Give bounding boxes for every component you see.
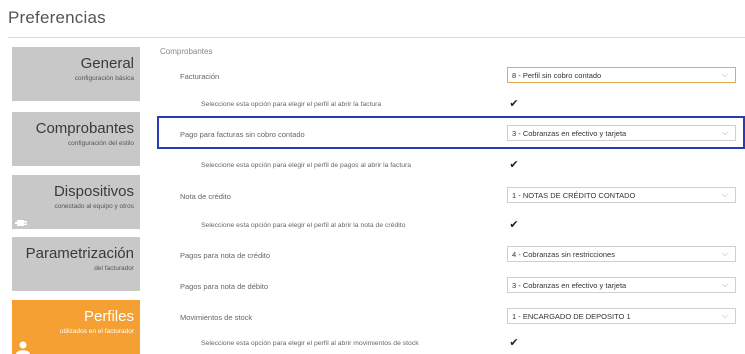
pagos-nota-credito-select[interactable]: 4 - Cobranzas sin restricciones ⌵	[507, 246, 736, 262]
nav-item-label: Comprobantes	[35, 120, 134, 137]
nav-item-subtitle: conectado al equipo y otros	[54, 203, 135, 210]
chevron-down-icon: ⌵	[721, 311, 728, 320]
movimientos-stock-select[interactable]: 1 - ENCARGADO DE DEPOSITO 1 ⌵	[507, 308, 736, 324]
pago-facturas-checkbox[interactable]: ✔	[508, 159, 520, 171]
chevron-down-icon: ⌵	[721, 128, 728, 137]
select-value: 3 - Cobranzas en efectivo y tarjeta	[512, 129, 627, 138]
row-label-nota-credito-check: Seleccione esta opción para elegir el pe…	[201, 222, 406, 229]
nota-credito-checkbox[interactable]: ✔	[508, 219, 520, 231]
title-divider	[8, 37, 745, 38]
row-label-pago-facturas: Pago para facturas sin cobro contado	[180, 130, 305, 139]
nav-item-label: General	[80, 55, 134, 72]
select-value: 4 - Cobranzas sin restricciones	[512, 250, 615, 259]
pago-facturas-select[interactable]: 3 - Cobranzas en efectivo y tarjeta ⌵	[507, 125, 736, 141]
nota-credito-select[interactable]: 1 - NOTAS DE CRÉDITO CONTADO ⌵	[507, 187, 736, 203]
nav-item-label: Dispositivos	[53, 183, 134, 200]
row-label-facturacion-check: Seleccione esta opción para elegir el pe…	[201, 101, 382, 108]
pagos-nota-debito-select[interactable]: 3 - Cobranzas en efectivo y tarjeta ⌵	[507, 277, 736, 293]
nav-item-subtitle: configuración básica	[74, 75, 134, 82]
section-label: Comprobantes	[160, 47, 213, 56]
nav-item-label: Perfiles	[83, 308, 134, 325]
row-label-movimientos-stock: Movimientos de stock	[180, 313, 253, 322]
page-title: Preferencias	[8, 8, 106, 27]
user-icon	[16, 341, 30, 354]
select-value: 1 - NOTAS DE CRÉDITO CONTADO	[512, 191, 636, 200]
nav-item-parametrizacion[interactable]: Parametrización del facturador	[12, 237, 140, 291]
checkmark-icon: ✔	[509, 98, 519, 110]
row-label-pagos-nota-debito: Pagos para nota de débito	[180, 282, 268, 291]
nav-item-subtitle: utilizados en el facturador	[59, 328, 134, 335]
movimientos-stock-checkbox[interactable]: ✔	[508, 337, 520, 349]
select-value: 8 - Perfil sin cobro contado	[512, 71, 602, 80]
checkmark-icon: ✔	[509, 219, 519, 231]
nav-item-subtitle: del facturador	[94, 265, 134, 272]
nav-item-label: Parametrización	[25, 245, 134, 262]
nav-item-dispositivos[interactable]: Dispositivos conectado al equipo y otros	[12, 175, 140, 229]
plug-icon	[15, 220, 27, 226]
facturacion-checkbox[interactable]: ✔	[508, 98, 520, 110]
facturacion-select[interactable]: 8 - Perfil sin cobro contado ⌵	[507, 67, 736, 83]
checkmark-icon: ✔	[509, 337, 519, 349]
nav-item-general[interactable]: General configuración básica	[12, 47, 140, 101]
chevron-down-icon: ⌵	[721, 249, 728, 258]
row-label-pago-facturas-check: Seleccione esta opción para elegir el pe…	[201, 162, 412, 169]
nav-item-subtitle: configuración del estilo	[67, 140, 134, 147]
row-label-movimientos-stock-check: Seleccione esta opción para elegir el pe…	[201, 340, 419, 347]
nav-item-perfiles[interactable]: Perfiles utilizados en el facturador	[12, 300, 140, 354]
nav-item-comprobantes[interactable]: Comprobantes configuración del estilo	[12, 112, 140, 166]
row-label-facturacion: Facturación	[180, 72, 220, 81]
row-label-pagos-nota-credito: Pagos para nota de crédito	[180, 251, 271, 260]
chevron-down-icon: ⌵	[721, 280, 728, 289]
select-value: 3 - Cobranzas en efectivo y tarjeta	[512, 281, 627, 290]
checkmark-icon: ✔	[509, 159, 519, 171]
chevron-down-icon: ⌵	[721, 70, 728, 79]
row-label-nota-credito: Nota de crédito	[180, 192, 231, 201]
chevron-down-icon: ⌵	[721, 190, 728, 199]
select-value: 1 - ENCARGADO DE DEPOSITO 1	[512, 312, 631, 321]
